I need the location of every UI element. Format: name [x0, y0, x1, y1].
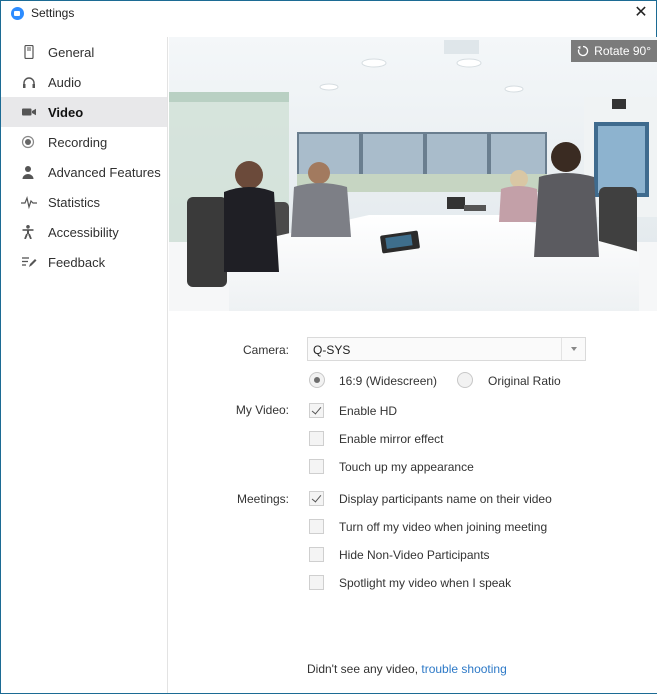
spotlight-label: Spotlight my video when I speak	[339, 576, 512, 590]
sidebar-item-label: Statistics	[48, 194, 101, 210]
footer-text: Didn't see any video,	[307, 662, 419, 676]
pulse-icon	[21, 195, 37, 209]
rotate-icon	[577, 45, 589, 57]
trouble-shooting-link[interactable]: trouble shooting	[421, 662, 506, 676]
close-button[interactable]: ✕	[630, 2, 652, 24]
mirror-effect-checkbox[interactable]	[309, 431, 324, 446]
sidebar-item-label: General	[48, 44, 95, 60]
sidebar-item-feedback[interactable]: Feedback	[1, 247, 167, 277]
title-bar: Settings ✕	[1, 1, 656, 25]
record-icon	[21, 135, 35, 149]
person-icon	[22, 166, 34, 179]
camera-label: Camera:	[242, 343, 289, 357]
my-video-label: My Video:	[235, 403, 289, 417]
rotate-label: Rotate 90°	[594, 44, 651, 58]
display-names-label: Display participants name on their video	[339, 492, 552, 506]
feedback-icon	[22, 257, 37, 267]
turn-off-video-checkbox[interactable]	[309, 519, 324, 534]
sidebar-item-advanced-features[interactable]: Advanced Features	[1, 157, 167, 187]
sidebar-item-label: Advanced Features	[48, 164, 161, 180]
radio-original-ratio-label: Original Ratio	[488, 374, 561, 388]
headphones-icon	[23, 77, 35, 88]
enable-hd-label: Enable HD	[339, 404, 398, 418]
touch-up-label: Touch up my appearance	[339, 460, 474, 474]
video-camera-icon	[22, 108, 36, 116]
radio-widescreen-label: 16:9 (Widescreen)	[339, 374, 438, 388]
troubleshoot-footer: Didn't see any video, trouble shooting	[307, 662, 507, 676]
sidebar-item-general[interactable]: General	[1, 37, 167, 67]
accessibility-icon	[22, 225, 34, 239]
zoom-camera-icon	[11, 7, 24, 20]
camera-select[interactable]: Q-SYS	[307, 337, 586, 361]
touch-up-checkbox[interactable]	[309, 459, 324, 474]
sidebar-item-video[interactable]: Video	[1, 97, 167, 127]
radio-widescreen[interactable]	[309, 372, 325, 388]
conference-room-image	[169, 37, 657, 311]
window-title: Settings	[31, 6, 75, 20]
radio-original-ratio[interactable]	[457, 372, 473, 388]
meetings-label: Meetings:	[236, 492, 289, 506]
camera-select-value: Q-SYS	[313, 343, 351, 357]
hide-non-video-checkbox[interactable]	[309, 547, 324, 562]
sidebar-item-recording[interactable]: Recording	[1, 127, 167, 157]
mirror-effect-label: Enable mirror effect	[339, 432, 444, 446]
sidebar-item-label: Accessibility	[48, 224, 119, 240]
settings-window: Settings ✕ General Audio Video Recording…	[0, 0, 657, 694]
hide-non-video-label: Hide Non-Video Participants	[339, 548, 490, 562]
sidebar-item-label: Audio	[48, 74, 82, 90]
video-settings-panel: Rotate 90° Camera: Q-SYS 16:9 (Widescree…	[169, 37, 657, 693]
sidebar-item-accessibility[interactable]: Accessibility	[1, 217, 167, 247]
sidebar-item-audio[interactable]: Audio	[1, 67, 167, 97]
sidebar-item-label: Video	[48, 104, 84, 120]
display-names-checkbox[interactable]	[309, 491, 324, 506]
phone-icon	[24, 45, 34, 59]
chevron-down-icon	[561, 338, 585, 360]
enable-hd-checkbox[interactable]	[309, 403, 324, 418]
rotate-button[interactable]: Rotate 90°	[571, 40, 657, 62]
turn-off-video-label: Turn off my video when joining meeting	[339, 520, 548, 534]
sidebar-item-statistics[interactable]: Statistics	[1, 187, 167, 217]
settings-sidebar: General Audio Video Recording Advanced F…	[1, 37, 168, 693]
sidebar-item-label: Feedback	[48, 254, 106, 270]
camera-preview: Rotate 90°	[169, 37, 657, 311]
spotlight-checkbox[interactable]	[309, 575, 324, 590]
sidebar-item-label: Recording	[48, 134, 108, 150]
